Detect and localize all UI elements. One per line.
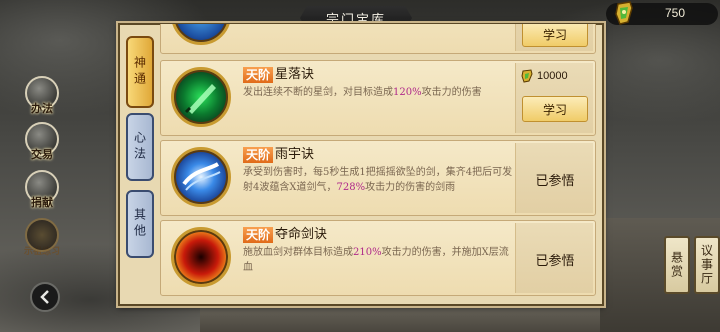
skill-action: 10000 学习	[515, 63, 593, 133]
tier-badge: 天阶	[243, 147, 274, 163]
council-hall-plaque[interactable]: 议事厅	[694, 236, 720, 294]
nav-trade-button[interactable]: 交易	[16, 122, 68, 170]
nav-label: 办法	[31, 102, 53, 115]
learn-button[interactable]: 学习	[522, 96, 588, 122]
rain-skill-icon	[171, 147, 231, 207]
learn-button[interactable]: 学习	[522, 24, 588, 47]
currency-value: 750	[664, 6, 686, 20]
price-value: 10000	[537, 70, 568, 82]
practice-icon	[25, 218, 59, 252]
tier-badge: 天阶	[243, 67, 274, 83]
jade-gourd-icon	[521, 69, 533, 83]
tier-badge: 天阶	[243, 227, 274, 243]
skill-name: 雨宇诀	[275, 147, 315, 162]
skill-action: 学习	[515, 24, 593, 51]
tab-divine-arts[interactable]: 神通	[126, 36, 154, 108]
skill-row: 天阶 雨宇诀 承受到伤害时，每5秒生成1把摇摇欲坠的剑，集齐4把后可发射4波蕴含…	[160, 140, 596, 216]
skill-description: 施放血剑对群体目标造成210%攻击力的伤害，并施加X层流血	[243, 247, 509, 273]
learned-status: 已参悟	[535, 254, 575, 269]
skill-description: 发出连续不断的星剑，对目标造成120%攻击力的伤害	[243, 87, 482, 98]
skill-name: 星落诀	[275, 67, 315, 82]
reward-plaque[interactable]: 悬赏	[664, 236, 690, 294]
skill-row: 天阶 夺命剑诀 施放血剑对群体目标造成210%攻击力的伤害，并施加X层流血 已参…	[160, 220, 596, 296]
sword-skill-icon	[171, 67, 231, 127]
nav-practice-button[interactable]: 示祖练习	[16, 218, 68, 266]
skill-icon	[171, 24, 231, 45]
learned-status: 已参悟	[535, 174, 575, 189]
jade-gourd-icon	[612, 0, 636, 26]
skill-row: 学习	[160, 24, 596, 54]
price: 10000	[520, 69, 590, 83]
skill-list[interactable]: 学习 天阶 星落诀 发出连续不断的星剑，对目标造成120%攻击力的伤害 1000…	[160, 24, 600, 304]
skill-row: 天阶 星落诀 发出连续不断的星剑，对目标造成120%攻击力的伤害 10000 学…	[160, 60, 596, 136]
nav-label: 交易	[31, 148, 53, 161]
tab-others[interactable]: 其他	[126, 190, 154, 258]
nav-hunt-button[interactable]: 办法	[16, 76, 68, 124]
skill-name: 夺命剑诀	[275, 227, 328, 242]
chevron-left-icon	[40, 290, 49, 304]
background-ground	[200, 304, 600, 332]
skill-description: 承受到伤害时，每5秒生成1把摇摇欲坠的剑，集齐4把后可发射4波蕴含X道剑气，72…	[243, 167, 513, 193]
back-button[interactable]	[30, 282, 60, 312]
tab-mind-methods[interactable]: 心法	[126, 113, 154, 181]
skill-action: 已参悟	[515, 143, 593, 213]
nav-donate-button[interactable]: 捐献	[16, 170, 68, 218]
blood-sword-icon	[171, 227, 231, 287]
nav-label: 捐献	[31, 196, 53, 209]
skill-action: 已参悟	[515, 223, 593, 293]
